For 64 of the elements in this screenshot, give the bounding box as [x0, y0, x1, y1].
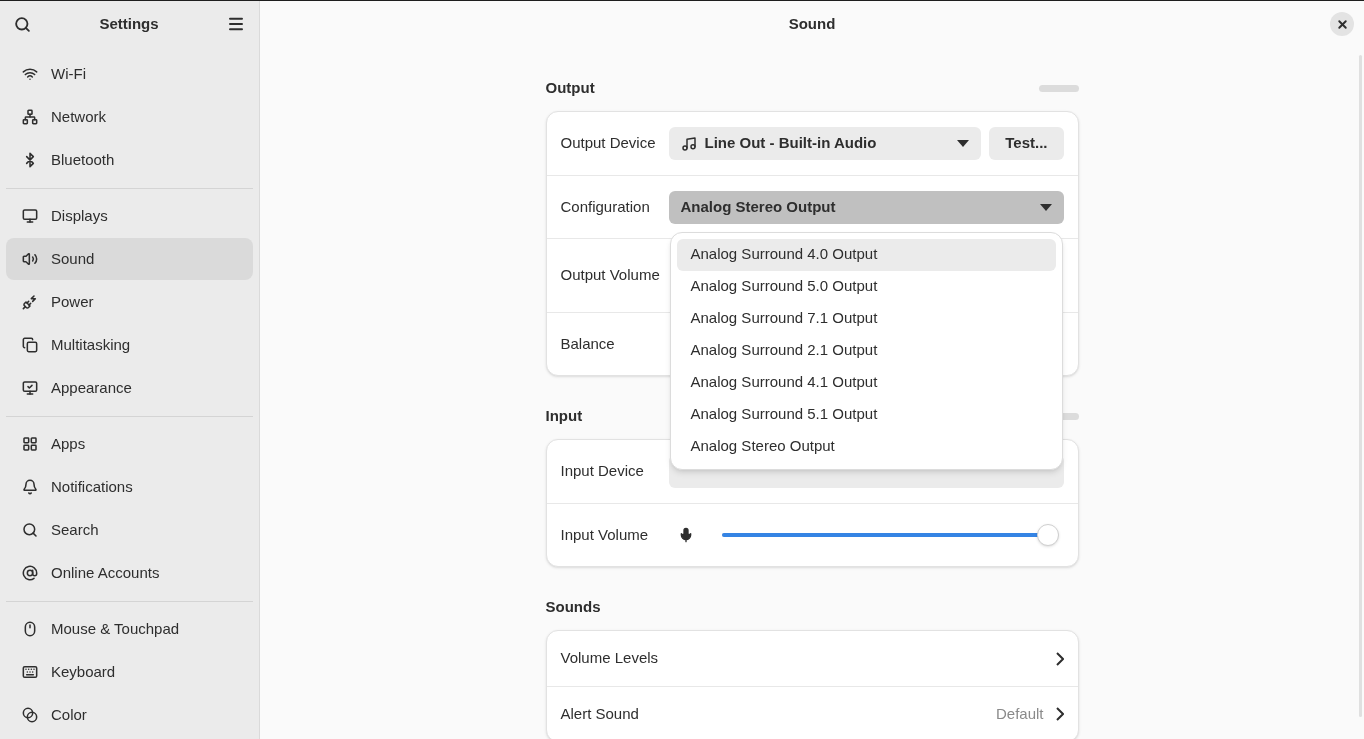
menu-icon[interactable] — [227, 15, 245, 33]
menu-item[interactable]: Analog Surround 7.1 Output — [676, 302, 1056, 335]
row-value: Default — [995, 703, 1044, 724]
dropdown[interactable]: Line Out - Built-in Audio — [668, 127, 982, 160]
row-label: Input Volume — [560, 524, 650, 545]
network-icon — [22, 109, 38, 125]
chevron-right-icon — [1055, 651, 1064, 666]
sidebar-title: Settings — [99, 13, 159, 34]
sidebar-item[interactable]: Wi-Fi — [6, 53, 253, 95]
sidebar-item[interactable]: Power — [6, 281, 253, 323]
circles-icon — [22, 707, 38, 723]
bell-icon — [22, 479, 38, 495]
at-sign-icon — [22, 565, 38, 581]
sidebar-item[interactable]: Color — [6, 694, 253, 736]
close-button[interactable] — [1330, 12, 1354, 36]
sidebar-item[interactable]: Apps — [6, 423, 253, 465]
dropdown[interactable]: Analog Stereo Output — [668, 190, 1064, 224]
plug-icon — [22, 294, 38, 310]
mouse-icon — [22, 621, 38, 637]
menu-item[interactable]: Analog Surround 4.1 Output — [676, 366, 1056, 399]
sidebar-item[interactable]: Keyboard — [6, 651, 253, 693]
monitor-icon — [22, 208, 38, 224]
menu-item[interactable]: Analog Surround 2.1 Output — [676, 334, 1056, 367]
row-label: Balance — [560, 333, 616, 354]
indicator-pill — [1038, 84, 1079, 92]
caret-icon — [957, 140, 970, 147]
monitor-icon — [22, 380, 38, 396]
sidebar-item[interactable]: Bluetooth — [6, 139, 253, 181]
section-heading: Input — [545, 405, 583, 426]
page-title: Sound — [788, 13, 836, 34]
search-icon[interactable] — [14, 15, 31, 33]
grid-icon — [22, 436, 38, 452]
sidebar-item[interactable]: Sound — [6, 238, 253, 280]
row-label: Output Volume — [560, 265, 661, 286]
sidebar-item[interactable]: Displays — [6, 195, 253, 237]
close-icon — [1335, 17, 1349, 31]
row-label: Alert Sound — [560, 703, 639, 724]
menu-item[interactable]: Analog Surround 5.0 Output — [676, 270, 1056, 303]
wifi-icon — [22, 66, 38, 82]
speaker-icon — [22, 251, 38, 267]
caret-icon — [1039, 203, 1052, 211]
sidebar-item[interactable]: Appearance — [6, 367, 253, 409]
test-button[interactable]: Test... — [989, 127, 1064, 160]
overlapping-windows-icon — [22, 337, 38, 353]
keyboard-icon — [22, 664, 38, 680]
row-label: Volume Levels — [560, 648, 659, 669]
sidebar-item[interactable]: Network — [6, 96, 253, 138]
sidebar-item[interactable]: Notifications — [6, 466, 253, 508]
sidebar-item[interactable]: Mouse & Touchpad — [6, 608, 253, 650]
sidebar-item[interactable]: Online Accounts — [6, 552, 253, 594]
section-heading: Output — [545, 77, 595, 98]
sidebar-item[interactable]: Multitasking — [6, 324, 253, 366]
row-label: Configuration — [560, 196, 651, 217]
chevron-right-icon — [1055, 707, 1064, 721]
sidebar-item[interactable]: Search — [6, 509, 253, 551]
search-icon — [22, 522, 38, 538]
row-label: Output Device — [560, 133, 657, 154]
section-heading: Sounds — [545, 596, 601, 617]
menu-item[interactable]: Analog Surround 5.1 Output — [676, 398, 1056, 431]
slider-handle[interactable] — [1037, 524, 1060, 546]
row-label: Input Device — [560, 461, 645, 482]
menu-item[interactable]: Analog Stereo Output — [676, 430, 1056, 463]
music-note-icon — [680, 135, 697, 152]
menu-item[interactable]: Analog Surround 4.0 Output — [676, 238, 1056, 271]
